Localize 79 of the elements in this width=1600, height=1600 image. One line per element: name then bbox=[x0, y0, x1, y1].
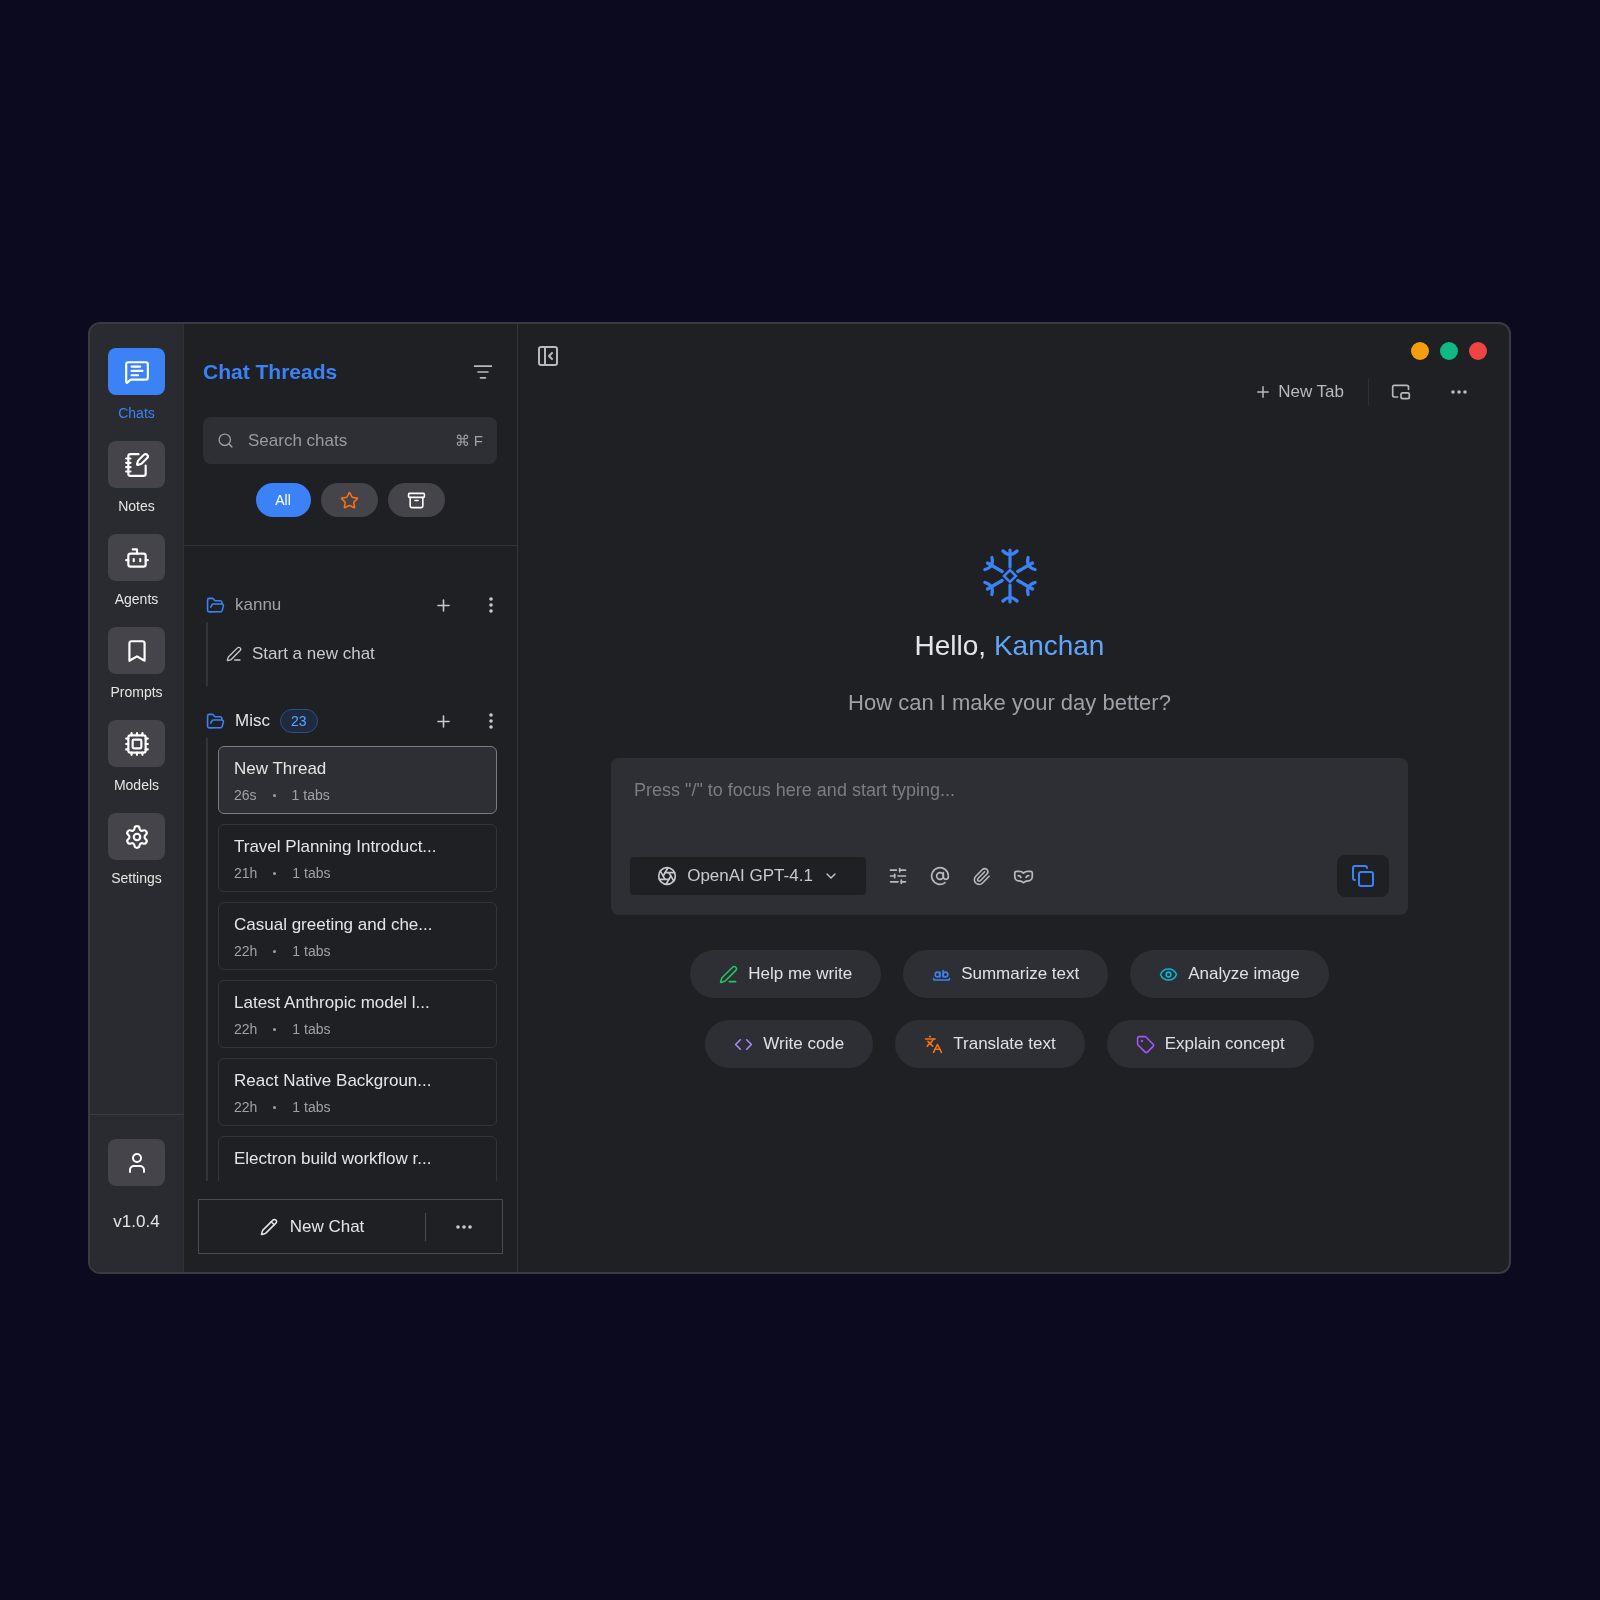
separator-dot bbox=[273, 871, 277, 875]
suggestion-chip[interactable]: Help me write bbox=[690, 950, 882, 998]
search-field[interactable]: Search chats ⌘ F bbox=[203, 417, 497, 464]
folder-icon bbox=[206, 595, 225, 615]
notebook-icon bbox=[123, 451, 150, 478]
separator-dot bbox=[273, 1105, 277, 1109]
archive-icon bbox=[406, 490, 426, 510]
profile-button[interactable] bbox=[108, 1139, 165, 1186]
vertical-dots-icon bbox=[489, 713, 493, 729]
thread-card[interactable]: React Native Backgroun... 22h 1 tabs bbox=[218, 1058, 497, 1126]
thread-title: Travel Planning Introduct... bbox=[234, 837, 438, 857]
folder-name[interactable]: kannu bbox=[235, 595, 282, 615]
pen-icon bbox=[226, 646, 242, 662]
greeting-heading: Hello, Kanchan bbox=[914, 630, 1105, 662]
filter-tab[interactable]: All bbox=[255, 483, 311, 517]
search-input[interactable]: Search chats bbox=[246, 429, 443, 452]
sliders-icon bbox=[888, 866, 908, 886]
vertical-dots-icon bbox=[489, 597, 493, 613]
start-chat-link[interactable]: Start a new chat bbox=[218, 630, 497, 678]
thread-time: 22h bbox=[234, 1099, 258, 1115]
tab-count: 1 tabs bbox=[292, 943, 331, 959]
filter-icon bbox=[473, 362, 493, 382]
search-icon bbox=[217, 432, 234, 449]
star-icon bbox=[339, 490, 359, 510]
close-button[interactable] bbox=[1469, 342, 1487, 360]
at-sign-icon bbox=[930, 866, 950, 886]
copy-icon bbox=[1351, 864, 1375, 888]
maximize-button[interactable] bbox=[1440, 342, 1458, 360]
thread-time: 21h bbox=[234, 865, 258, 881]
thread-title: New Thread bbox=[234, 759, 328, 779]
suggestion-chip[interactable]: Summarize text bbox=[903, 950, 1109, 998]
tab-count: 1 tabs bbox=[292, 865, 331, 881]
panel-title: Chat Threads bbox=[203, 360, 338, 384]
dots-icon bbox=[456, 1224, 472, 1229]
count-badge: 23 bbox=[279, 709, 318, 733]
shortcut-hint: ⌘ F bbox=[454, 431, 483, 450]
suggestion-chip[interactable]: Explain concept bbox=[1106, 1020, 1314, 1068]
picture-in-picture-icon bbox=[1391, 382, 1411, 402]
pencil-icon bbox=[259, 1217, 278, 1236]
model-select[interactable]: OpenAI GPT-4.1 bbox=[630, 857, 866, 895]
folder-icon bbox=[206, 711, 225, 731]
chat-bubble-icon bbox=[123, 358, 150, 385]
thread-card[interactable]: New Thread 26s 1 tabs bbox=[218, 746, 497, 814]
suggestion-chip[interactable]: Translate text bbox=[895, 1020, 1085, 1068]
greeting-subtitle: How can I make your day better? bbox=[848, 690, 1171, 716]
separator-dot bbox=[273, 1027, 277, 1031]
thread-title: Casual greeting and che... bbox=[234, 915, 434, 935]
new-tab-button[interactable]: New Tab bbox=[1248, 381, 1350, 403]
thread-time: 22h bbox=[234, 1021, 258, 1037]
paperclip-icon bbox=[972, 866, 991, 886]
version-label: v1.0.4 bbox=[113, 1212, 160, 1232]
archive-filter-tab[interactable] bbox=[387, 483, 445, 517]
tab-count: 1 tabs bbox=[291, 787, 330, 803]
thread-title: Latest Anthropic model l... bbox=[234, 993, 431, 1013]
message-input[interactable]: Press "/" to focus here and start typing... bbox=[630, 780, 1389, 801]
model-logo-icon bbox=[657, 866, 678, 886]
panel-toggle-icon bbox=[536, 344, 560, 368]
copy-button[interactable] bbox=[1337, 855, 1389, 897]
chip-icon bbox=[123, 730, 150, 757]
thread-card[interactable]: Latest Anthropic model l... 22h 1 tabs bbox=[218, 980, 497, 1048]
folder-name[interactable]: Misc bbox=[235, 711, 270, 731]
thread-time: 22h bbox=[234, 943, 258, 959]
thread-card[interactable]: Electron build workflow r... bbox=[218, 1136, 497, 1181]
star-filter-tab[interactable] bbox=[320, 483, 378, 517]
tab-count: 1 tabs bbox=[292, 1021, 331, 1037]
tab-count: 1 tabs bbox=[292, 1099, 331, 1115]
thread-card[interactable]: Travel Planning Introduct... 21h 1 tabs bbox=[218, 824, 497, 892]
thread-title: React Native Backgroun... bbox=[234, 1071, 433, 1091]
minimize-button[interactable] bbox=[1411, 342, 1429, 360]
settings-icon bbox=[123, 823, 150, 850]
suggestion-chip[interactable]: Write code bbox=[705, 1020, 874, 1068]
suggestion-chip[interactable]: Analyze image bbox=[1130, 950, 1329, 998]
separator-dot bbox=[273, 949, 277, 953]
thread-time: 26s bbox=[234, 787, 257, 803]
dots-icon bbox=[1451, 390, 1467, 394]
thread-title: Electron build workflow r... bbox=[234, 1149, 433, 1169]
separator-dot bbox=[272, 793, 276, 797]
thread-card[interactable]: Casual greeting and che... 22h 1 tabs bbox=[218, 902, 497, 970]
snowflake-logo-icon bbox=[981, 548, 1038, 604]
